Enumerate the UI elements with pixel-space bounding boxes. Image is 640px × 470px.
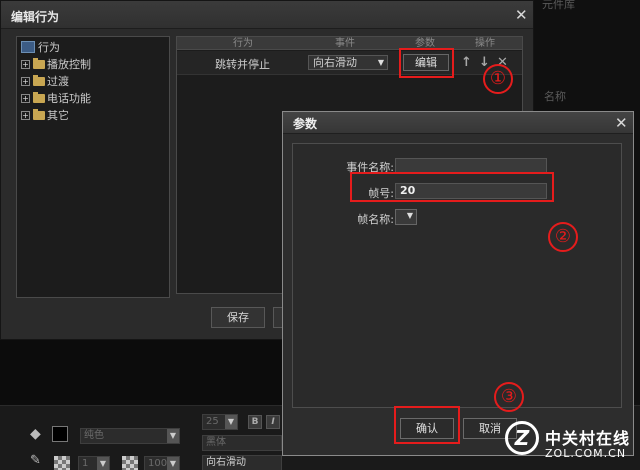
- highlight-confirm-button: [394, 406, 460, 444]
- chevron-down-icon: ▼: [225, 415, 237, 429]
- fill-type-select[interactable]: 纯色 ▼: [80, 428, 180, 444]
- folder-icon: [33, 57, 45, 69]
- tree-item-phone[interactable]: + 电话功能: [21, 90, 91, 106]
- column-header-operation: 操作: [475, 38, 495, 49]
- annotation-number-2: ②: [548, 222, 578, 252]
- watermark-cn: 中关村在线: [545, 429, 631, 448]
- font-family-select[interactable]: 黑体: [202, 435, 282, 451]
- tree-item-playback[interactable]: + 播放控制: [21, 56, 91, 72]
- behavior-list-header: 行为 事件 参数 操作: [177, 37, 522, 50]
- annotation-number-3: ③: [494, 382, 524, 412]
- close-icon[interactable]: ✕: [615, 114, 628, 132]
- frame-name-select[interactable]: ▼: [395, 209, 417, 225]
- tree-item-other[interactable]: + 其它: [21, 107, 69, 123]
- opacity-swatch[interactable]: [122, 456, 138, 470]
- fill-bucket-icon[interactable]: ◆: [30, 426, 41, 442]
- bold-button[interactable]: B: [248, 415, 262, 429]
- column-header-event: 事件: [335, 38, 355, 49]
- tree-root[interactable]: 行为: [21, 39, 60, 55]
- chevron-down-icon: ▼: [377, 58, 384, 67]
- zol-logo-icon: Z: [505, 421, 539, 455]
- folder-icon: [33, 91, 45, 103]
- library-panel-title: 元件库: [542, 0, 575, 11]
- font-size-select[interactable]: 25 ▼: [202, 414, 238, 430]
- opacity-select[interactable]: 100 ▼: [144, 456, 180, 470]
- highlight-frame-number: [350, 172, 554, 202]
- fill-color-swatch[interactable]: [52, 426, 68, 442]
- move-up-icon[interactable]: ↑: [461, 55, 472, 70]
- frame-name-label: 帧名称:: [357, 213, 394, 226]
- dialog-title: 参数: [293, 117, 318, 131]
- edit-behavior-titlebar: 编辑行为 ✕: [1, 1, 533, 29]
- close-icon[interactable]: ✕: [515, 6, 528, 24]
- column-header-action: 行为: [233, 38, 253, 49]
- params-dialog-titlebar: 参数 ✕: [283, 112, 633, 134]
- chevron-down-icon: ▼: [97, 457, 109, 470]
- zol-watermark: Z 中关村在线 ZOL.COM.CN: [505, 415, 640, 470]
- tree-item-transition[interactable]: + 过渡: [21, 73, 69, 89]
- row-action: 跳转并停止: [215, 58, 270, 71]
- library-name-column: 名称: [544, 90, 566, 103]
- save-button[interactable]: 保存: [211, 307, 265, 328]
- behavior-root-icon: [21, 41, 35, 53]
- folder-icon: [33, 74, 45, 86]
- row-event-select[interactable]: 向右滑动 ▼: [308, 55, 388, 70]
- params-dialog: 参数 ✕ 事件名称: 帧号: 20 帧名称: ▼ 确认 取消: [282, 111, 634, 456]
- watermark-en: ZOL.COM.CN: [545, 447, 627, 460]
- pencil-icon[interactable]: ✎: [30, 453, 41, 468]
- chevron-down-icon: ▼: [167, 457, 179, 470]
- highlight-edit-button: [399, 48, 454, 78]
- chevron-down-icon: ▼: [167, 429, 179, 443]
- window-title: 编辑行为: [11, 10, 60, 24]
- behavior-tree: 行为 + 播放控制 + 过渡 + 电话功能 + 其它: [16, 36, 170, 298]
- expand-plus-icon[interactable]: +: [21, 59, 30, 69]
- expand-plus-icon[interactable]: +: [21, 110, 30, 120]
- stroke-color-swatch[interactable]: [54, 456, 70, 470]
- folder-icon: [33, 108, 45, 120]
- italic-button[interactable]: I: [266, 415, 280, 429]
- chevron-down-icon: ▼: [406, 211, 413, 220]
- table-row[interactable]: 跳转并停止 向右滑动 ▼ 编辑 ↑ ↓ ✕: [177, 51, 522, 75]
- expand-plus-icon[interactable]: +: [21, 93, 30, 103]
- annotation-number-1: ①: [483, 64, 513, 94]
- text-content-field[interactable]: 向右滑动: [202, 455, 282, 470]
- expand-plus-icon[interactable]: +: [21, 76, 30, 86]
- stroke-width-select[interactable]: 1 ▼: [78, 456, 110, 470]
